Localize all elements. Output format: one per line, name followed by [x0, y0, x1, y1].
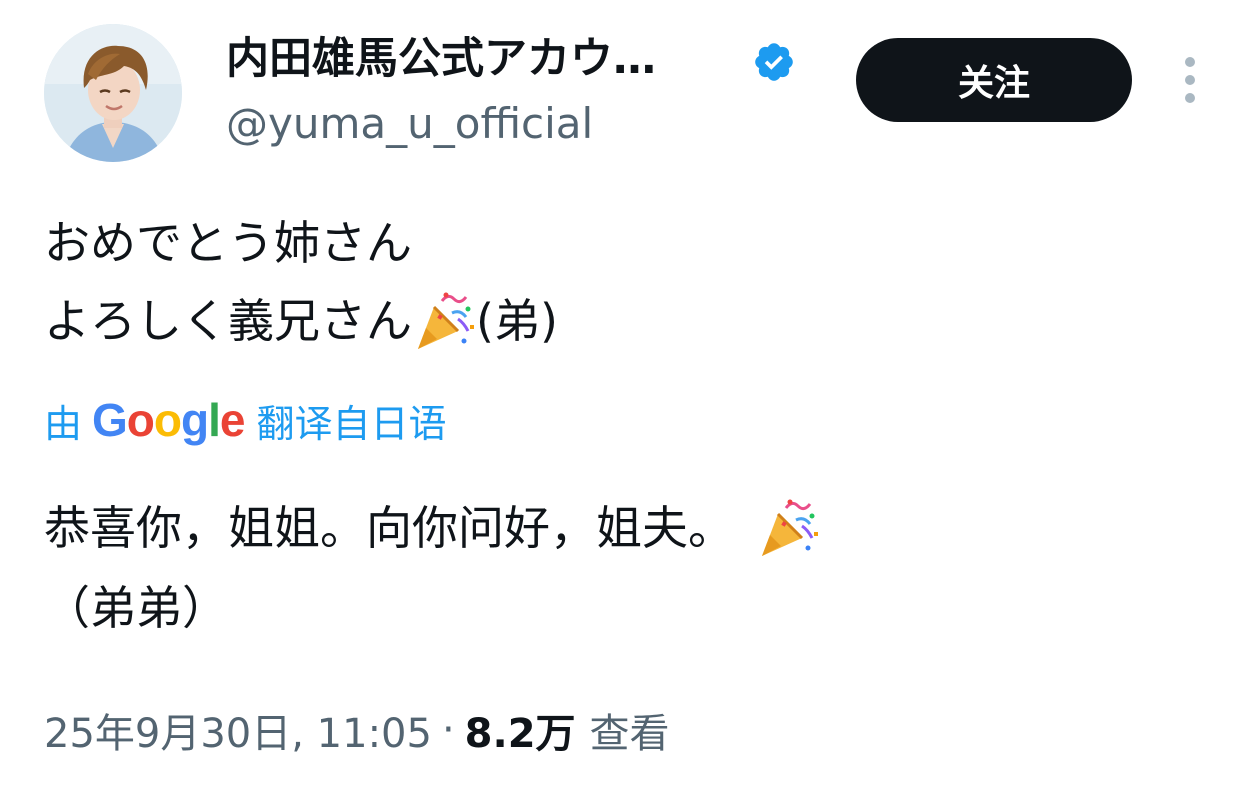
views-count[interactable]: 8.2万	[465, 701, 576, 759]
tweet-meta: 25年9月30日, 11:05 · 8.2万 查看	[44, 698, 670, 762]
translated-text: 恭喜你，姐姐。向你问好，姐夫。 （弟弟）	[44, 488, 820, 648]
translated-line-2: （弟弟）	[44, 568, 820, 648]
translate-suffix-label: 翻译自日语	[256, 401, 447, 446]
google-letter: o	[126, 394, 155, 446]
tweet-text: おめでとう姉さん よろしく義兄さん (弟)	[44, 204, 558, 360]
tweet-line-2: よろしく義兄さん (弟)	[44, 282, 558, 360]
google-logo: Google	[92, 393, 246, 447]
tweet-line-2-suffix: (弟)	[476, 294, 558, 348]
translated-line-1: 恭喜你，姐姐。向你问好，姐夫。	[44, 488, 820, 568]
tweet-line-2-text: よろしく義兄さん	[44, 294, 412, 348]
translated-line-2-text: （弟弟）	[44, 581, 228, 635]
display-name[interactable]: 内田雄馬公式アカウ…	[226, 30, 656, 88]
translated-line-1-text: 恭喜你，姐姐。向你问好，姐夫。	[44, 501, 734, 555]
party-popper-icon	[756, 496, 820, 560]
views-label: 查看	[589, 711, 670, 757]
party-popper-icon	[412, 289, 476, 353]
user-handle[interactable]: @yuma_u_official	[226, 96, 593, 152]
google-letter: g	[181, 394, 209, 446]
google-letter: l	[208, 394, 221, 446]
tweet-line-1-text: おめでとう姉さん	[44, 216, 412, 270]
avatar[interactable]	[44, 24, 182, 162]
avatar-image	[44, 24, 182, 162]
tweet-timestamp[interactable]: 25年9月30日, 11:05	[44, 701, 432, 759]
verified-badge-icon	[752, 40, 796, 84]
follow-button[interactable]: 关注	[856, 38, 1132, 122]
google-letter: G	[92, 394, 128, 446]
meta-separator: ·	[441, 707, 455, 753]
google-letter: o	[153, 394, 182, 446]
translated-by-google-link[interactable]: 由 Google 翻译自日语	[44, 390, 447, 450]
more-vertical-icon[interactable]	[1170, 52, 1210, 108]
translate-by-label: 由	[44, 401, 83, 446]
google-letter: e	[219, 394, 246, 446]
tweet-line-1: おめでとう姉さん	[44, 204, 558, 282]
